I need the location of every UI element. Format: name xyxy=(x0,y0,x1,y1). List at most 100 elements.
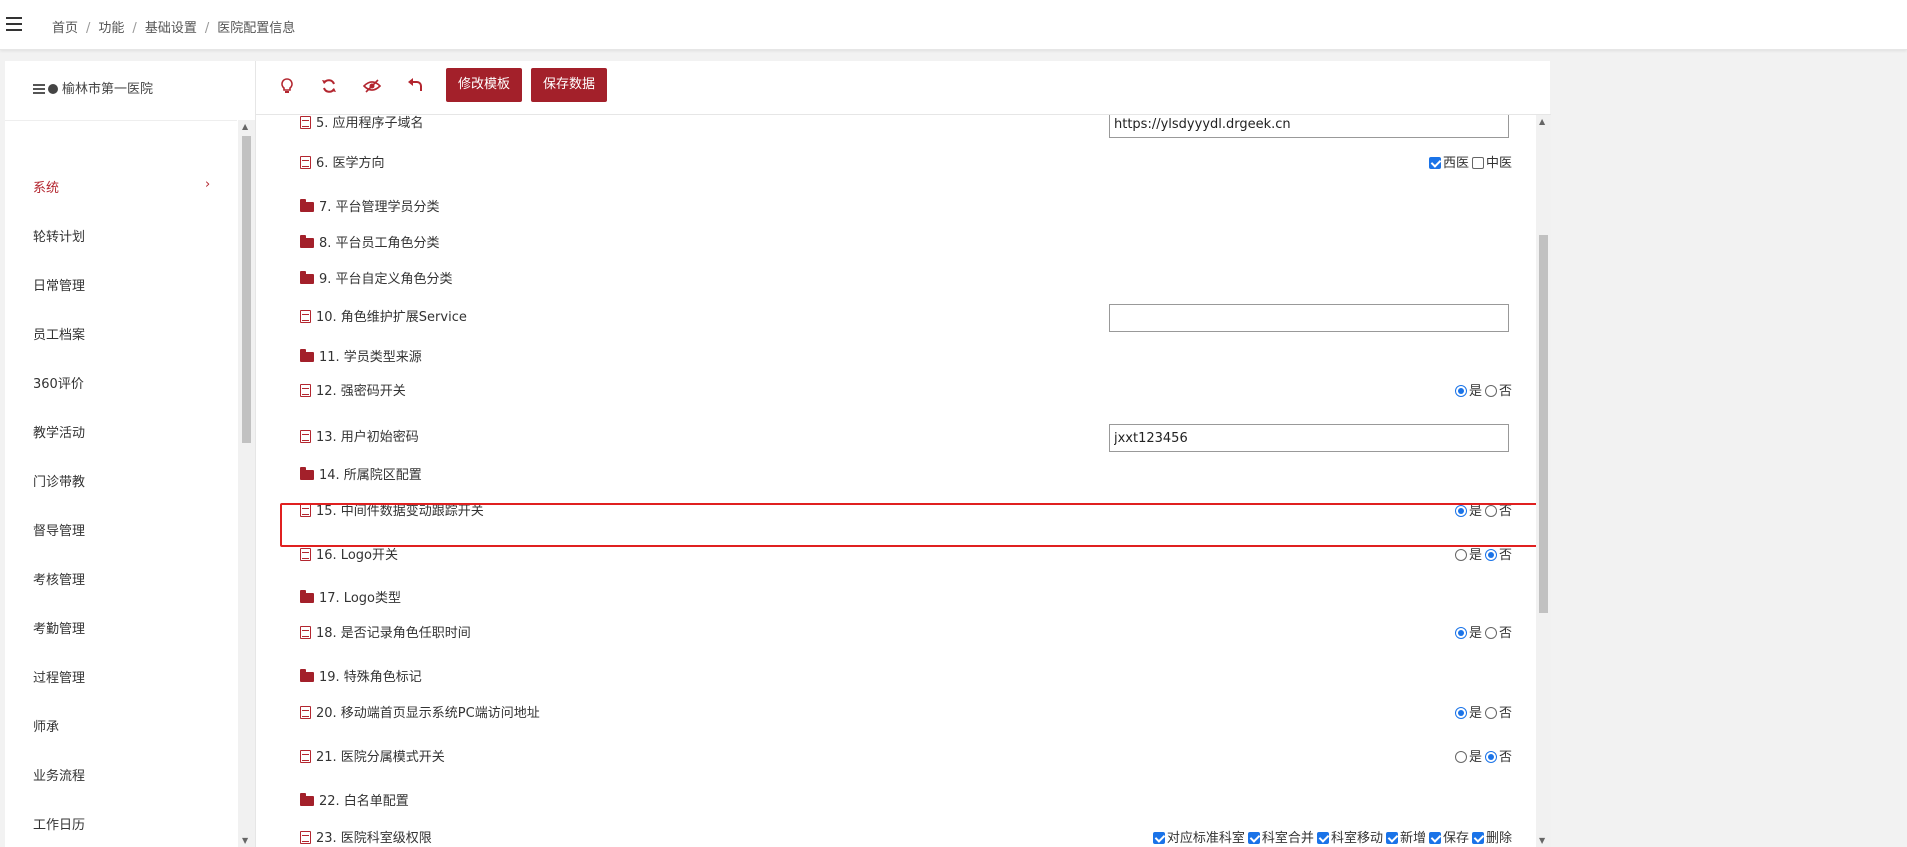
radio-no[interactable]: 否 xyxy=(1484,377,1512,407)
checkbox-option[interactable]: 科室移动 xyxy=(1316,824,1383,847)
config-row-title[interactable]: 19. 特殊角色标记 xyxy=(319,670,422,685)
config-text-input[interactable] xyxy=(1109,304,1509,332)
checkbox[interactable] xyxy=(1152,832,1165,844)
top-bar: 首页 / 功能 / 基础设置 / 医院配置信息 xyxy=(0,0,1907,50)
config-row-title[interactable]: 7. 平台管理学员分类 xyxy=(319,200,440,215)
scroll-down-icon[interactable]: ▼ xyxy=(242,836,248,845)
folder-icon[interactable] xyxy=(300,590,314,603)
folder-icon[interactable] xyxy=(300,467,314,480)
radio-yes[interactable]: 是 xyxy=(1454,699,1482,729)
menu-toggle-icon[interactable] xyxy=(6,17,22,31)
radio-button[interactable] xyxy=(1454,751,1467,763)
hospital-selector[interactable]: 榆林市第一医院 xyxy=(33,78,153,97)
config-row-label: 14. 所属院区配置 xyxy=(300,461,422,491)
checkbox-option[interactable]: 西医 xyxy=(1428,149,1469,179)
checkbox[interactable] xyxy=(1428,157,1441,169)
radio-button[interactable] xyxy=(1484,627,1497,639)
checkbox[interactable] xyxy=(1385,832,1398,844)
edit-template-button[interactable]: 修改模板 xyxy=(446,68,523,102)
document-icon xyxy=(300,548,311,561)
folder-icon[interactable] xyxy=(300,199,314,212)
lightbulb-icon[interactable] xyxy=(278,78,296,96)
scroll-up-icon[interactable]: ▲ xyxy=(242,122,248,131)
sidebar-item[interactable]: 360评价 xyxy=(33,373,84,392)
checkbox[interactable] xyxy=(1471,157,1484,169)
radio-no[interactable]: 否 xyxy=(1484,699,1512,729)
radio-no[interactable]: 否 xyxy=(1484,743,1512,773)
eye-off-icon[interactable] xyxy=(362,78,382,96)
checkbox[interactable] xyxy=(1471,832,1484,844)
scroll-up-icon[interactable]: ▲ xyxy=(1539,117,1545,126)
config-row-title[interactable]: 11. 学员类型来源 xyxy=(319,350,422,365)
radio-button[interactable] xyxy=(1454,707,1467,719)
sidebar-item[interactable]: 考勤管理 xyxy=(33,618,85,637)
config-text-input[interactable] xyxy=(1109,424,1509,452)
config-row-label: 10. 角色维护扩展Service xyxy=(300,303,467,333)
refresh-icon[interactable] xyxy=(320,78,338,96)
sidebar-scrollbar[interactable]: ▲ ▼ xyxy=(238,120,255,847)
save-data-button[interactable]: 保存数据 xyxy=(531,68,608,102)
sidebar-item[interactable]: 业务流程 xyxy=(33,765,85,784)
radio-button[interactable] xyxy=(1484,751,1497,763)
checkbox[interactable] xyxy=(1316,832,1329,844)
sidebar-item[interactable]: 员工档案 xyxy=(33,324,85,343)
radio-button[interactable] xyxy=(1454,627,1467,639)
folder-icon[interactable] xyxy=(300,235,314,248)
config-row-label: 5. 应用程序子域名 xyxy=(300,115,424,139)
radio-button[interactable] xyxy=(1484,549,1497,561)
sidebar-item[interactable]: 门诊带教 xyxy=(33,471,85,490)
breadcrumb: 首页 / 功能 / 基础设置 / 医院配置信息 xyxy=(52,17,295,36)
breadcrumb-home[interactable]: 首页 xyxy=(52,21,78,36)
highlight-box xyxy=(280,503,1540,547)
sidebar-item[interactable]: 日常管理 xyxy=(33,275,85,294)
checkbox-option[interactable]: 新增 xyxy=(1385,824,1426,847)
checkbox-option[interactable]: 删除 xyxy=(1471,824,1512,847)
sidebar-item[interactable]: 师承 xyxy=(33,716,59,735)
radio-button[interactable] xyxy=(1454,549,1467,561)
checkbox[interactable] xyxy=(1247,832,1260,844)
checkbox-option[interactable]: 保存 xyxy=(1428,824,1469,847)
radio-button[interactable] xyxy=(1454,385,1467,397)
folder-icon[interactable] xyxy=(300,793,314,806)
undo-icon[interactable] xyxy=(406,78,424,96)
breadcrumb-function[interactable]: 功能 xyxy=(98,21,124,36)
sidebar-item-label: 教学活动 xyxy=(33,426,86,441)
folder-icon[interactable] xyxy=(300,349,314,362)
scrollbar-thumb[interactable] xyxy=(1539,235,1548,613)
config-row-title: 12. 强密码开关 xyxy=(316,384,406,399)
checkbox-option[interactable]: 科室合并 xyxy=(1247,824,1314,847)
config-text-input[interactable] xyxy=(1109,115,1509,138)
radio-no[interactable]: 否 xyxy=(1484,619,1512,649)
config-row-title[interactable]: 22. 白名单配置 xyxy=(319,794,409,809)
breadcrumb-current: 医院配置信息 xyxy=(217,21,296,36)
document-icon xyxy=(300,430,311,443)
checkbox-option[interactable]: 中医 xyxy=(1471,149,1512,179)
sidebar-item-label: 师承 xyxy=(33,720,60,735)
checkbox[interactable] xyxy=(1428,832,1441,844)
breadcrumb-basic-settings[interactable]: 基础设置 xyxy=(145,21,197,36)
radio-group: 是否 xyxy=(1452,743,1512,773)
folder-icon[interactable] xyxy=(300,271,314,284)
radio-button[interactable] xyxy=(1484,385,1497,397)
radio-button[interactable] xyxy=(1484,707,1497,719)
config-row-title[interactable]: 9. 平台自定义角色分类 xyxy=(319,272,453,287)
sidebar-item[interactable]: 系统 › xyxy=(33,177,210,196)
main-scrollbar[interactable]: ▲ ▼ xyxy=(1536,115,1551,847)
scrollbar-thumb[interactable] xyxy=(242,136,251,443)
config-row-title[interactable]: 14. 所属院区配置 xyxy=(319,468,422,483)
sidebar-item[interactable]: 考核管理 xyxy=(33,569,85,588)
sidebar-item[interactable]: 轮转计划 xyxy=(33,226,85,245)
folder-icon[interactable] xyxy=(300,669,314,682)
sidebar-item[interactable]: 督导管理 xyxy=(33,520,85,539)
sidebar-item[interactable]: 工作日历 xyxy=(33,814,85,833)
config-row-title[interactable]: 17. Logo类型 xyxy=(319,591,401,606)
sidebar-item[interactable]: 过程管理 xyxy=(33,667,85,686)
checkbox-option[interactable]: 对应标准科室 xyxy=(1152,824,1245,847)
config-row: 18. 是否记录角色任职时间是否 xyxy=(256,619,1536,649)
scroll-down-icon[interactable]: ▼ xyxy=(1539,836,1545,845)
sidebar-item[interactable]: 教学活动 xyxy=(33,422,85,441)
config-row-title[interactable]: 8. 平台员工角色分类 xyxy=(319,236,440,251)
radio-yes[interactable]: 是 xyxy=(1454,743,1482,773)
radio-yes[interactable]: 是 xyxy=(1454,377,1482,407)
radio-yes[interactable]: 是 xyxy=(1454,619,1482,649)
